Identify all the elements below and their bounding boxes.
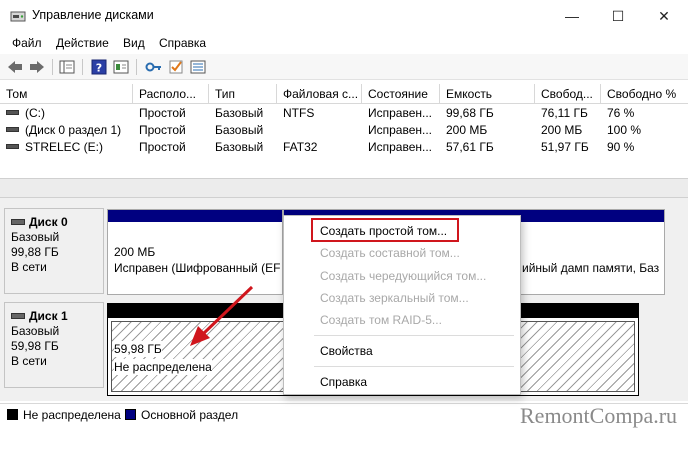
volume-capacity: 57,61 ГБ xyxy=(446,140,494,154)
volume-icon xyxy=(6,144,19,150)
column-filesystem[interactable]: Файловая с... xyxy=(277,84,362,104)
svg-text:?: ? xyxy=(96,62,102,75)
disk-size: 59,98 ГБ xyxy=(11,339,59,353)
volume-capacity: 99,68 ГБ xyxy=(446,106,494,120)
volume-free-space: 51,97 ГБ xyxy=(541,140,589,154)
partition-efi[interactable]: 200 МБ Исправен (Шифрованный (EF xyxy=(107,209,283,295)
disk-type: Базовый xyxy=(11,324,60,338)
column-capacity[interactable]: Емкость xyxy=(440,84,535,104)
menu-help[interactable]: Справка xyxy=(159,36,206,50)
table-row[interactable]: (Диск 0 раздел 1) Простой Базовый Исправ… xyxy=(0,122,688,138)
partition-status: Исправен (Шифрованный (EF xyxy=(114,261,281,275)
volume-free-percent: 90 % xyxy=(607,140,635,154)
menu-create-simple-volume[interactable]: Создать простой том... xyxy=(320,224,447,238)
disk-status: В сети xyxy=(11,354,47,368)
primary-partition-stripe xyxy=(108,210,282,222)
volume-free-space: 76,11 ГБ xyxy=(541,106,588,120)
minimize-button[interactable]: — xyxy=(549,0,595,32)
volume-status: Исправен... xyxy=(368,106,433,120)
volume-name: (Диск 0 раздел 1) xyxy=(25,123,122,137)
disk-0-label[interactable]: Диск 0 Базовый 99,88 ГБ В сети xyxy=(4,208,104,294)
volume-free-space: 200 МБ xyxy=(541,123,583,137)
volume-filesystem: FAT32 xyxy=(283,140,318,154)
volume-layout: Простой xyxy=(139,123,186,137)
menu-action[interactable]: Действие xyxy=(56,36,109,50)
menu-create-mirrored-volume[interactable]: Создать зеркальный том... xyxy=(320,291,469,305)
title-bar: Управление дисками — ☐ ✕ xyxy=(0,0,688,32)
disk-status: В сети xyxy=(11,260,47,274)
disk-management-icon xyxy=(10,11,26,22)
volume-icon xyxy=(6,127,19,133)
toolbar-separator xyxy=(82,59,83,75)
window-title: Управление дисками xyxy=(32,8,154,22)
volume-type: Базовый xyxy=(215,140,264,154)
volume-name: (C:) xyxy=(25,106,45,120)
legend-swatch-unallocated xyxy=(7,409,18,420)
pane-splitter[interactable] xyxy=(0,178,688,198)
volume-layout: Простой xyxy=(139,140,186,154)
context-menu: Создать простой том... Создать составной… xyxy=(283,215,521,395)
menu-create-striped-volume[interactable]: Создать чередующийся том... xyxy=(320,269,486,283)
legend-label-unallocated: Не распределена xyxy=(23,408,121,422)
volume-filesystem: NTFS xyxy=(283,106,315,120)
close-button[interactable]: ✕ xyxy=(641,0,687,32)
volume-capacity: 200 МБ xyxy=(446,123,488,137)
toolbar-separator xyxy=(52,59,53,75)
volume-status: Исправен... xyxy=(368,140,433,154)
partition-size: 59,98 ГБ xyxy=(114,341,162,357)
column-free-space[interactable]: Свобод... xyxy=(535,84,601,104)
console-tree-icon[interactable] xyxy=(58,58,76,76)
volume-icon xyxy=(6,110,19,116)
volume-type: Базовый xyxy=(215,106,264,120)
maximize-button[interactable]: ☐ xyxy=(595,0,641,32)
help-icon[interactable]: ? xyxy=(90,58,108,76)
volume-layout: Простой xyxy=(139,106,186,120)
legend-label-primary: Основной раздел xyxy=(141,408,239,422)
disk-icon xyxy=(11,312,25,319)
forward-arrow-icon[interactable] xyxy=(28,58,46,76)
column-free-percent[interactable]: Свободно % xyxy=(601,84,688,104)
disk-type: Базовый xyxy=(11,230,60,244)
toolbar: ? xyxy=(0,54,688,80)
column-layout[interactable]: Располо... xyxy=(133,84,209,104)
toolbar-separator xyxy=(136,59,137,75)
column-type[interactable]: Тип xyxy=(209,84,277,104)
volume-type: Базовый xyxy=(215,123,264,137)
partition-status: Не распределена xyxy=(114,359,212,375)
menu-view[interactable]: Вид xyxy=(123,36,145,50)
column-status[interactable]: Состояние xyxy=(362,84,440,104)
volume-status: Исправен... xyxy=(368,123,433,137)
menu-separator xyxy=(314,335,514,336)
partition-size: 200 МБ xyxy=(114,245,156,259)
properties-icon[interactable] xyxy=(112,58,130,76)
column-volume[interactable]: Том xyxy=(0,84,133,104)
menu-bar: Файл Действие Вид Справка xyxy=(0,32,688,54)
menu-create-spanned-volume[interactable]: Создать составной том... xyxy=(320,246,460,260)
menu-file[interactable]: Файл xyxy=(12,36,42,50)
legend-swatch-primary xyxy=(125,409,136,420)
volume-name: STRELEC (E:) xyxy=(25,140,104,154)
menu-help-item[interactable]: Справка xyxy=(320,375,367,389)
disk-1-label[interactable]: Диск 1 Базовый 59,98 ГБ В сети xyxy=(4,302,104,388)
table-row[interactable]: STRELEC (E:) Простой Базовый FAT32 Испра… xyxy=(0,139,688,155)
back-arrow-icon[interactable] xyxy=(6,58,24,76)
partition-status: ийный дамп памяти, Баз xyxy=(522,261,660,275)
volume-free-percent: 100 % xyxy=(607,123,642,137)
menu-separator xyxy=(314,366,514,367)
check-icon[interactable] xyxy=(167,58,185,76)
key-icon[interactable] xyxy=(145,58,163,76)
disk-name: Диск 0 xyxy=(29,215,68,229)
table-row[interactable]: (C:) Простой Базовый NTFS Исправен... 99… xyxy=(0,105,688,121)
menu-create-raid5-volume[interactable]: Создать том RAID-5... xyxy=(320,313,442,327)
disk-name: Диск 1 xyxy=(29,309,68,323)
watermark: RemontCompa.ru xyxy=(520,403,678,428)
volume-list: Том Располо... Тип Файловая с... Состоян… xyxy=(0,84,688,176)
volume-free-percent: 76 % xyxy=(607,106,635,120)
menu-properties[interactable]: Свойства xyxy=(320,344,373,358)
disk-size: 99,88 ГБ xyxy=(11,245,59,259)
list-icon[interactable] xyxy=(189,58,207,76)
volume-list-header: Том Располо... Тип Файловая с... Состоян… xyxy=(0,84,688,104)
disk-icon xyxy=(11,218,25,225)
